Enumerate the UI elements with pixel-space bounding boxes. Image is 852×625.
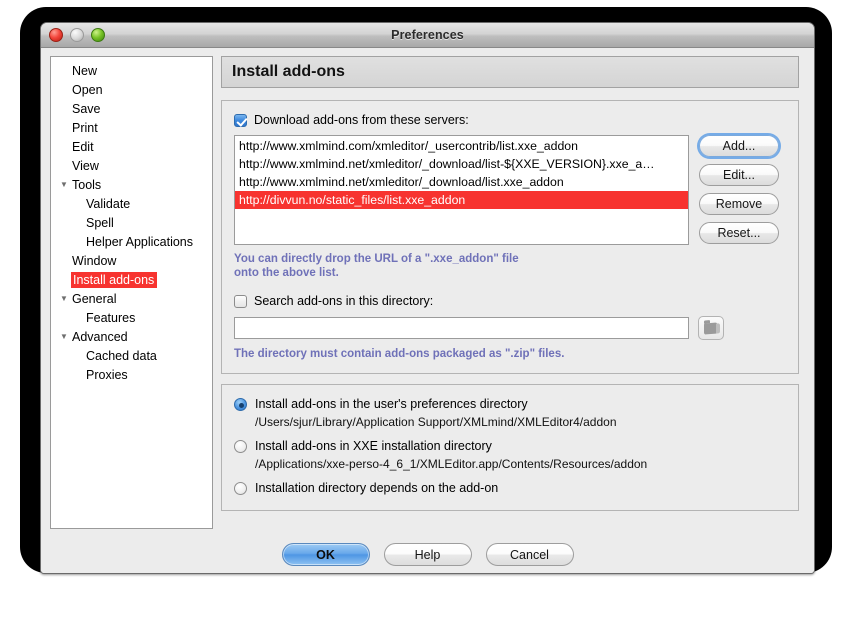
preferences-sidebar-tree[interactable]: New Open Save Print Edit View ▼ Tools Validate Sp… bbox=[50, 56, 213, 529]
directory-hint: The directory must contain add-ons packa… bbox=[234, 348, 565, 360]
install-location-option-3[interactable]: Installation directory depends on the ad… bbox=[234, 481, 786, 496]
sidebar-item-validate[interactable]: Validate bbox=[51, 194, 212, 213]
sidebar-item-helper-applications[interactable]: Helper Applications bbox=[51, 232, 212, 251]
sidebar-item-install-add-ons[interactable]: Install add-ons bbox=[51, 270, 212, 289]
sidebar-item-cached-data[interactable]: Cached data bbox=[51, 346, 212, 365]
servers-hint-line2: onto the above list. bbox=[234, 267, 339, 279]
close-button[interactable] bbox=[49, 28, 63, 42]
reset-button[interactable]: Reset... bbox=[699, 222, 779, 244]
download-servers-checkbox-row[interactable]: Download add-ons from these servers: bbox=[234, 113, 786, 127]
sidebar-item-spell[interactable]: Spell bbox=[51, 213, 212, 232]
sidebar-item-label: Edit bbox=[72, 139, 94, 154]
download-servers-checkbox[interactable] bbox=[234, 113, 247, 127]
minimize-button[interactable] bbox=[70, 28, 84, 42]
sidebar-item-label: Helper Applications bbox=[86, 234, 194, 249]
search-directory-checkbox[interactable] bbox=[234, 294, 247, 308]
help-button[interactable]: Help bbox=[383, 543, 472, 566]
sidebar-item-label: Features bbox=[86, 310, 136, 325]
maximize-button[interactable] bbox=[91, 28, 105, 42]
sidebar-item-features[interactable]: Features bbox=[51, 308, 212, 327]
sidebar-item-proxies[interactable]: Proxies bbox=[51, 365, 212, 384]
sidebar-item-print[interactable]: Print bbox=[51, 118, 212, 137]
search-directory-label: Search add-ons in this directory: bbox=[254, 294, 434, 308]
search-directory-checkbox-row[interactable]: Search add-ons in this directory: bbox=[234, 294, 786, 308]
window-title: Preferences bbox=[391, 28, 464, 42]
install-location-text: Install add-ons in the user's preference… bbox=[255, 397, 617, 430]
servers-action-buttons: Add... Edit... Remove Reset... bbox=[699, 135, 779, 245]
install-location-radio[interactable] bbox=[234, 440, 247, 453]
page-title: Install add-ons bbox=[232, 63, 345, 80]
edit-button[interactable]: Edit... bbox=[699, 164, 779, 186]
install-location-text: Install add-ons in XXE installation dire… bbox=[255, 439, 647, 472]
servers-hint-line1: You can directly drop the URL of a ".xxe… bbox=[234, 253, 519, 265]
directory-input-row bbox=[234, 316, 786, 340]
server-list-item[interactable]: http://www.xmlmind.net/xmleditor/_downlo… bbox=[235, 155, 688, 173]
sidebar-item-label: View bbox=[72, 158, 99, 173]
servers-hint: You can directly drop the URL of a ".xxe… bbox=[234, 252, 786, 280]
sidebar-item-open[interactable]: Open bbox=[51, 80, 212, 99]
download-servers-label: Download add-ons from these servers: bbox=[254, 113, 469, 127]
sidebar-item-label: Advanced bbox=[72, 329, 128, 344]
install-location-group: Install add-ons in the user's preference… bbox=[221, 384, 799, 511]
chevron-down-icon[interactable]: ▼ bbox=[57, 294, 71, 303]
sidebar-item-label: Proxies bbox=[86, 367, 128, 382]
preferences-window: Preferences New Open Save Print Edit View ▼ Too… bbox=[40, 22, 815, 574]
sidebar-item-new[interactable]: New bbox=[51, 61, 212, 80]
servers-listbox[interactable]: http://www.xmlmind.com/xmleditor/_userco… bbox=[234, 135, 689, 245]
remove-button[interactable]: Remove bbox=[699, 193, 779, 215]
sidebar-item-label: Tools bbox=[72, 177, 102, 192]
window-titlebar[interactable]: Preferences bbox=[41, 23, 814, 48]
add-button[interactable]: Add... bbox=[699, 135, 779, 157]
sidebar-item-view[interactable]: View bbox=[51, 156, 212, 175]
install-location-label: Install add-ons in XXE installation dire… bbox=[255, 439, 492, 453]
sidebar-item-label: Spell bbox=[86, 215, 114, 230]
install-location-option-2[interactable]: Install add-ons in XXE installation dire… bbox=[234, 439, 786, 472]
settings-panel: Install add-ons Download add-ons from th… bbox=[221, 56, 799, 511]
install-location-text: Installation directory depends on the ad… bbox=[255, 481, 498, 496]
sidebar-item-advanced[interactable]: ▼ Advanced bbox=[51, 327, 212, 346]
sidebar-item-label: Validate bbox=[86, 196, 131, 211]
sidebar-item-label: Open bbox=[72, 82, 103, 97]
dialog-footer: OK Help Cancel bbox=[41, 543, 814, 566]
sidebar-item-label: Print bbox=[72, 120, 98, 135]
ok-button[interactable]: OK bbox=[281, 543, 370, 566]
sidebar-item-label: General bbox=[72, 291, 117, 306]
folder-icon bbox=[704, 321, 718, 335]
install-location-label: Installation directory depends on the ad… bbox=[255, 481, 499, 495]
browse-folder-button[interactable] bbox=[698, 316, 724, 340]
install-location-radio[interactable] bbox=[234, 398, 247, 411]
server-list-item[interactable]: http://www.xmlmind.net/xmleditor/_downlo… bbox=[235, 173, 688, 191]
download-sources-group: Download add-ons from these servers: htt… bbox=[221, 100, 799, 374]
install-location-path: /Applications/xxe-perso-4_6_1/XMLEditor.… bbox=[255, 457, 648, 471]
sidebar-item-label: Cached data bbox=[86, 348, 157, 363]
window-controls bbox=[49, 28, 105, 42]
sidebar-item-general[interactable]: ▼ General bbox=[51, 289, 212, 308]
chevron-down-icon[interactable]: ▼ bbox=[57, 332, 71, 341]
sidebar-item-label: Window bbox=[72, 253, 117, 268]
cancel-button[interactable]: Cancel bbox=[485, 543, 574, 566]
sidebar-item-edit[interactable]: Edit bbox=[51, 137, 212, 156]
install-location-path: /Users/sjur/Library/Application Support/… bbox=[255, 415, 617, 429]
chevron-down-icon[interactable]: ▼ bbox=[57, 180, 71, 189]
servers-list-area: http://www.xmlmind.com/xmleditor/_userco… bbox=[234, 135, 786, 245]
sidebar-item-label: New bbox=[72, 63, 98, 78]
sidebar-item-label: Save bbox=[72, 101, 101, 116]
install-location-option-1[interactable]: Install add-ons in the user's preference… bbox=[234, 397, 786, 430]
install-location-label: Install add-ons in the user's preference… bbox=[255, 397, 528, 411]
server-list-item[interactable]: http://www.xmlmind.com/xmleditor/_userco… bbox=[235, 137, 688, 155]
sidebar-item-label: Install add-ons bbox=[71, 271, 158, 288]
install-location-radio[interactable] bbox=[234, 482, 247, 495]
server-list-item[interactable]: http://divvun.no/static_files/list.xxe_a… bbox=[235, 191, 688, 209]
sidebar-item-save[interactable]: Save bbox=[51, 99, 212, 118]
page-header: Install add-ons bbox=[221, 56, 799, 88]
sidebar-item-tools[interactable]: ▼ Tools bbox=[51, 175, 212, 194]
directory-input[interactable] bbox=[234, 317, 689, 339]
window-body: New Open Save Print Edit View ▼ Tools Validate Sp… bbox=[41, 48, 814, 573]
sidebar-item-window[interactable]: Window bbox=[51, 251, 212, 270]
